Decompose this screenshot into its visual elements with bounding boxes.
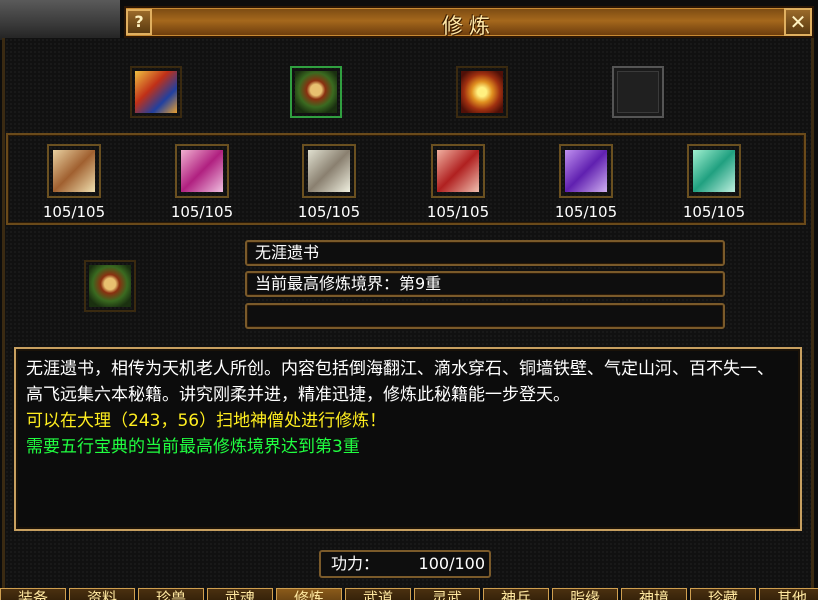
red-blue-book-icon xyxy=(135,71,177,113)
bottom-tab-bar: 装备 资料 珍兽 武魂 修炼 武道 灵武 神兵 脂缘 神境 珍藏 其他 xyxy=(0,588,818,600)
description-box: 无涯遗书，相传为天机老人所创。内容包括倒海翻江、滴水穿石、铜墙铁壁、气定山河、百… xyxy=(14,347,802,531)
tab-martial-way[interactable]: 武道 xyxy=(345,588,411,600)
scroll-bundle-book-icon xyxy=(295,71,337,113)
extra-field xyxy=(245,303,725,329)
scroll-count-2: 105/105 xyxy=(170,203,234,221)
power-display: 功力： 100/100 xyxy=(319,550,491,578)
tab-cultivation[interactable]: 修炼 xyxy=(276,588,342,600)
tab-collection[interactable]: 珍藏 xyxy=(690,588,756,600)
book-slot-1[interactable] xyxy=(130,66,182,118)
scroll-count-6: 105/105 xyxy=(682,203,746,221)
scroll-count-5: 105/105 xyxy=(554,203,618,221)
scroll-slot-2[interactable] xyxy=(175,144,229,198)
power-label: 功力： xyxy=(331,554,380,573)
scroll-slot-1[interactable] xyxy=(47,144,101,198)
cultivation-window: 修炼 ? ✕ 105/105 105/105 105/105 105/105 1… xyxy=(0,0,818,600)
realm-field: 当前最高修炼境界：第9重 xyxy=(245,271,725,297)
gold-treasure-book-icon xyxy=(461,71,503,113)
tab-other[interactable]: 其他 xyxy=(759,588,818,600)
tab-soul[interactable]: 武魂 xyxy=(207,588,273,600)
book-slot-4[interactable] xyxy=(612,66,664,118)
scroll-slot-3[interactable] xyxy=(302,144,356,198)
scroll-count-3: 105/105 xyxy=(297,203,361,221)
book-slot-2[interactable] xyxy=(290,66,342,118)
tab-spirit-weapon[interactable]: 灵武 xyxy=(414,588,480,600)
close-button[interactable]: ✕ xyxy=(784,8,812,36)
scroll-slot-4[interactable] xyxy=(431,144,485,198)
tab-fate[interactable]: 脂缘 xyxy=(552,588,618,600)
red-scroll-icon xyxy=(437,150,479,192)
scroll-count-4: 105/105 xyxy=(426,203,490,221)
book-name-field: 无涯遗书 xyxy=(245,240,725,266)
empty-slot-icon xyxy=(617,71,659,113)
teal-scroll-icon xyxy=(693,150,735,192)
purple-scroll-icon xyxy=(565,150,607,192)
help-button[interactable]: ? xyxy=(126,9,152,35)
tab-pets[interactable]: 珍兽 xyxy=(138,588,204,600)
location-text: 可以在大理（243，56）扫地神僧处进行修炼！ xyxy=(26,411,387,431)
tab-profile[interactable]: 资料 xyxy=(69,588,135,600)
scroll-slot-6[interactable] xyxy=(687,144,741,198)
scroll-slot-5[interactable] xyxy=(559,144,613,198)
title-bar[interactable]: 修炼 xyxy=(124,6,814,38)
book-slot-3[interactable] xyxy=(456,66,508,118)
requirement-text: 需要五行宝典的当前最高修炼境界达到第3重 xyxy=(26,437,360,457)
pink-scroll-icon xyxy=(181,150,223,192)
power-value: 100/100 xyxy=(418,554,485,573)
grey-scroll-icon xyxy=(308,150,350,192)
window-title: 修炼 xyxy=(442,14,496,38)
tab-equipment[interactable]: 装备 xyxy=(0,588,66,600)
scroll-count-1: 105/105 xyxy=(42,203,106,221)
tab-realm[interactable]: 神境 xyxy=(621,588,687,600)
selected-book-icon xyxy=(84,260,136,312)
description-text: 无涯遗书，相传为天机老人所创。内容包括倒海翻江、滴水穿石、铜墙铁壁、气定山河、百… xyxy=(26,359,774,405)
tab-divine-weapon[interactable]: 神兵 xyxy=(483,588,549,600)
brown-scroll-icon xyxy=(53,150,95,192)
